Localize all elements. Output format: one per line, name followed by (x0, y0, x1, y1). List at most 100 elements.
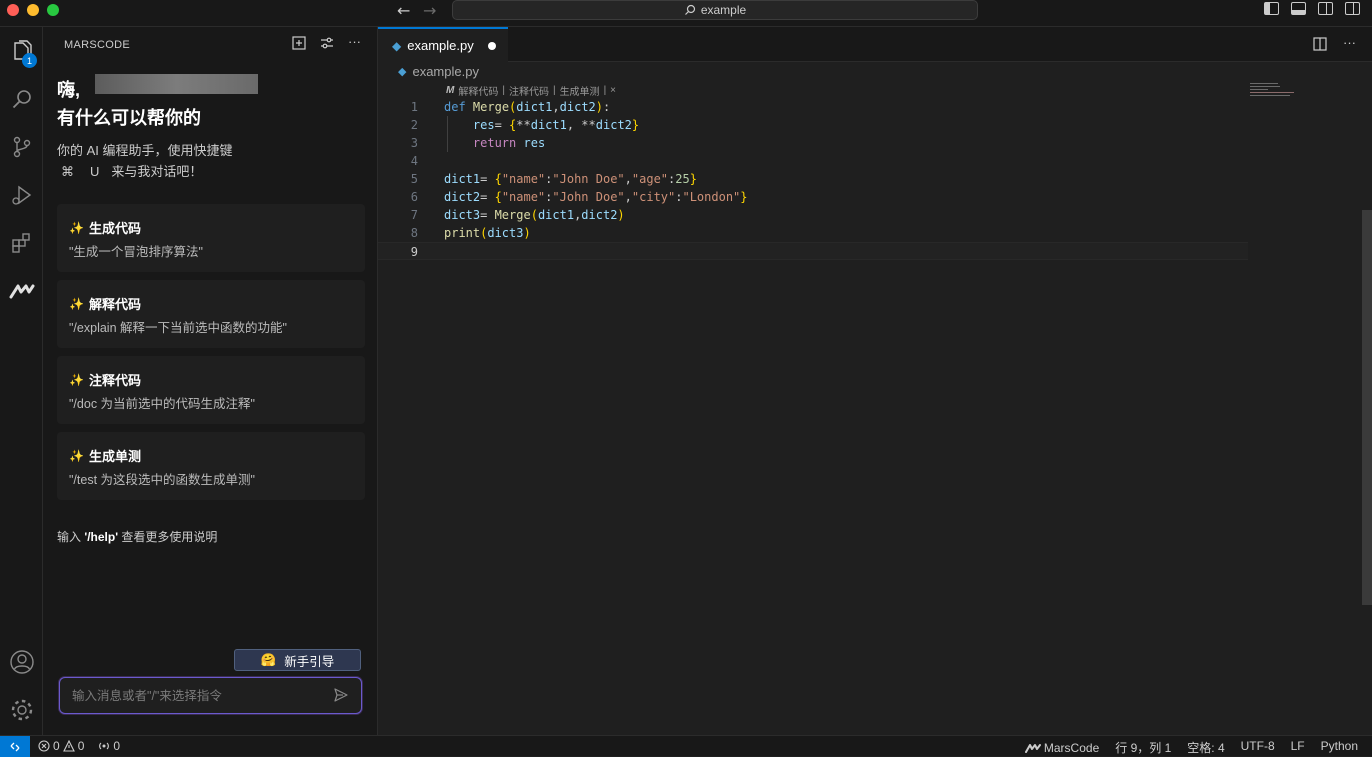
suggestion-card-generate-tests[interactable]: ✨ 生成单测 "/test 为这段选中的函数生成单测" (57, 432, 365, 500)
tab-label: example.py (407, 38, 474, 53)
code-line[interactable]: 3 return res (378, 134, 1248, 152)
marscode-label: MarsCode (1043, 740, 1100, 755)
line-number: 1 (410, 100, 418, 114)
extensions-icon[interactable] (0, 221, 43, 265)
sidebar-title: MARSCODE (64, 39, 130, 51)
line-number: 3 (410, 136, 418, 150)
card-title: 注释代码 (88, 373, 141, 388)
sparkle-icon: ✨ (69, 220, 84, 235)
card-description: "生成一个冒泡排序算法" (69, 245, 203, 259)
suggestion-card-generate-code[interactable]: ✨ 生成代码 "生成一个冒泡排序算法" (57, 204, 365, 272)
code-line[interactable]: 5 dict1= {"name":"John Doe","age":25} (378, 170, 1248, 188)
chat-input-box (59, 677, 362, 714)
marscode-status[interactable]: MarsCode (1024, 739, 1100, 756)
indentation[interactable]: 空格: 4 (1187, 739, 1224, 756)
intro-text-rest: 来与我对话吧！ (111, 164, 203, 179)
end-of-line[interactable]: LF (1291, 739, 1305, 756)
suggestion-card-explain-code[interactable]: ✨ 解释代码 "/explain 解释一下当前选中函数的功能" (57, 280, 365, 348)
warning-count: 0 (77, 739, 85, 753)
minimap[interactable] (1250, 83, 1300, 103)
suggestion-card-comment-code[interactable]: ✨ 注释代码 "/doc 为当前选中的代码生成注释" (57, 356, 365, 424)
codelens-comment[interactable]: 注释代码 (509, 83, 549, 98)
code-line[interactable]: 6 dict2= {"name":"John Doe","city":"Londo… (378, 188, 1248, 206)
source-control-icon[interactable] (0, 125, 43, 169)
search-icon (684, 4, 695, 15)
editor-tab-bar: ◆ example.py ··· (378, 27, 1372, 62)
cursor-position[interactable]: 行 9，列 1 (1115, 739, 1171, 756)
line-number: 8 (410, 226, 418, 240)
error-icon (38, 740, 50, 752)
card-title: 生成代码 (88, 221, 141, 236)
code-line[interactable]: 8 print(dict3) (378, 224, 1248, 242)
greeting-subtitle: 有什么可以帮你的 (57, 108, 201, 128)
command-key-icon: ⌘ (61, 164, 74, 179)
search-icon[interactable] (0, 77, 43, 121)
new-chat-icon[interactable] (292, 36, 306, 53)
line-number: 9 (410, 245, 418, 259)
arrow-right-icon[interactable]: → (423, 1, 436, 20)
sparkle-icon: ✨ (69, 296, 84, 311)
command-center-search[interactable]: example (452, 0, 978, 20)
sliders-settings-icon[interactable] (320, 36, 334, 53)
arrow-left-icon[interactable]: ← (397, 1, 410, 20)
more-actions-icon[interactable]: ··· (348, 35, 361, 53)
toggle-primary-sidebar-icon[interactable] (1264, 2, 1279, 15)
settings-gear-icon[interactable] (0, 688, 43, 732)
code-line[interactable]: 7 dict3= Merge(dict1,dict2) (378, 206, 1248, 224)
codelens-explain[interactable]: 解释代码 (458, 83, 498, 98)
hugging-face-emoji-icon: 🤗 (260, 652, 277, 667)
send-icon[interactable] (333, 687, 349, 708)
maximize-window-button[interactable] (47, 4, 59, 16)
ports-count: 0 (113, 739, 121, 753)
help-hint: 输入 '/help' 查看更多使用说明 (57, 528, 217, 545)
intro-text: 你的 AI 编程助手，使用快捷键 (57, 143, 233, 158)
close-window-button[interactable] (7, 4, 19, 16)
command-center-label: example (700, 3, 747, 17)
code-line[interactable]: 2 res= {**dict1, **dict2} (378, 116, 1248, 134)
account-icon[interactable] (0, 640, 43, 684)
more-actions-icon[interactable]: ··· (1343, 36, 1356, 56)
code-line[interactable]: 4 (378, 152, 1248, 170)
card-title: 解释代码 (88, 297, 141, 312)
toggle-secondary-sidebar-icon[interactable] (1318, 2, 1333, 15)
card-title: 生成单测 (88, 449, 141, 464)
warning-icon (62, 740, 75, 752)
status-bar: 0 0 0 MarsCode 行 9，列 1 空格: 4 UTF-8 LF Py… (0, 735, 1372, 757)
ports-indicator[interactable]: 0 (98, 739, 120, 753)
explorer-badge: 1 (22, 53, 37, 68)
run-debug-icon[interactable] (0, 173, 43, 217)
python-file-icon: ◆ (398, 66, 407, 78)
explorer-icon[interactable]: 1 (0, 29, 43, 73)
problems-indicator[interactable]: 0 0 (38, 739, 84, 753)
encoding[interactable]: UTF-8 (1241, 739, 1275, 756)
customize-layout-icon[interactable] (1345, 2, 1360, 15)
breadcrumb-file[interactable]: example.py (412, 64, 478, 79)
unsaved-indicator-icon[interactable] (487, 41, 496, 50)
tab-example-py[interactable]: ◆ example.py (378, 27, 508, 62)
sparkle-icon: ✨ (69, 448, 84, 463)
help-suffix: 查看更多使用说明 (121, 530, 218, 544)
code-line[interactable]: 1 def Merge(dict1,dict2): (378, 98, 1248, 116)
redacted-username (95, 74, 258, 94)
chat-input[interactable] (72, 678, 322, 713)
toggle-panel-icon[interactable] (1291, 2, 1306, 15)
codelens-close-icon[interactable]: × (610, 85, 616, 96)
title-bar: ← → example (0, 0, 1372, 27)
line-number: 2 (410, 118, 418, 132)
help-command: '/help' (84, 530, 119, 544)
language-mode[interactable]: Python (1321, 739, 1358, 756)
greeting: 嗨, (57, 80, 81, 100)
card-description: "/test 为这段选中的函数生成单测" (69, 473, 255, 487)
editor-scrollbar[interactable] (1362, 210, 1372, 605)
codelens-test[interactable]: 生成单测 (560, 83, 600, 98)
shortcut-key: U (90, 164, 100, 179)
minimize-window-button[interactable] (27, 4, 39, 16)
marscode-sidebar: MARSCODE ··· 嗨, 有什么可以帮你的 你的 AI 编程助手，使用快捷… (43, 27, 378, 735)
code-line-current[interactable]: 9 (378, 242, 1248, 260)
marscode-icon[interactable] (0, 269, 43, 313)
codelens-separator: | (552, 85, 556, 96)
split-editor-icon[interactable] (1313, 37, 1327, 56)
remote-window-icon[interactable] (0, 736, 30, 757)
card-description: "/doc 为当前选中的代码生成注释" (69, 397, 255, 411)
beginner-guide-button[interactable]: 🤗 新手引导 (234, 649, 361, 671)
